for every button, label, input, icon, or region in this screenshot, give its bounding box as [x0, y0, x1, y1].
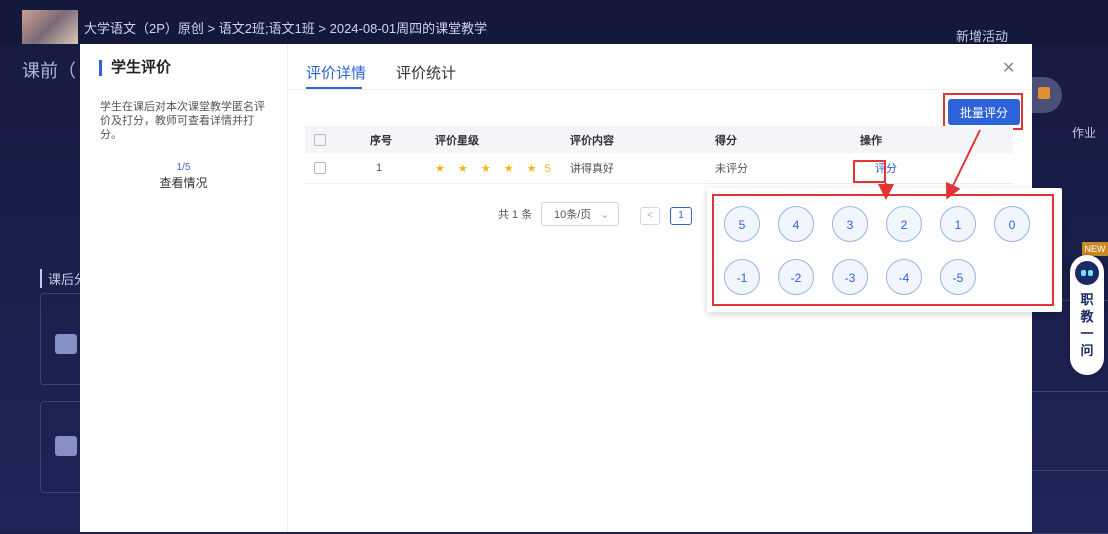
- new-activity-button[interactable]: 新增活动: [956, 26, 1008, 45]
- close-icon[interactable]: ✕: [1002, 58, 1015, 78]
- header-index: 序号: [370, 126, 435, 153]
- book-icon: [1038, 87, 1050, 99]
- page-number-button[interactable]: 1: [670, 207, 692, 225]
- dialog-sidebar: 学生评价 学生在课后对本次课堂教学匿名评价及打分，教师可查看详情并打分。 1/5…: [80, 44, 288, 532]
- star-value: 5: [544, 162, 551, 175]
- new-badge: NEW: [1082, 242, 1108, 256]
- assistant-label: 职教一问: [1080, 292, 1094, 358]
- sidebar-description: 学生在课后对本次课堂教学匿名评价及打分，教师可查看详情并打分。: [100, 101, 265, 141]
- top-bar: 大学语文（2P）原创 > 语文2班;语文1班 > 2024-08-01周四的课堂…: [0, 0, 1108, 44]
- pagination-total: 共 1 条: [498, 209, 533, 221]
- course-thumbnail: [22, 10, 78, 44]
- pre-class-label: 课前（: [22, 61, 76, 81]
- score-link-highlight: [853, 160, 886, 183]
- header-score: 得分: [715, 126, 860, 153]
- user-icon: [55, 436, 77, 456]
- select-all-checkbox[interactable]: [314, 133, 326, 146]
- tab-evaluation-stats[interactable]: 评价统计: [396, 62, 456, 83]
- sidebar-title: 学生评价: [99, 60, 171, 76]
- table-header-row: 序号 评价星级 评价内容 得分 操作: [305, 126, 1013, 153]
- evaluation-progress: 1/5: [176, 162, 191, 173]
- table-row: 1 ★ ★ ★ ★ ★ 5 讲得真好 未评分 评分: [305, 153, 1013, 184]
- activity-card[interactable]: [1032, 470, 1108, 534]
- row-index: 1: [376, 162, 383, 174]
- tabs-divider: [287, 89, 1032, 90]
- score-options-highlight: [712, 194, 1054, 306]
- view-status-link[interactable]: 查看情况: [80, 174, 287, 191]
- robot-icon: [1075, 261, 1099, 285]
- row-checkbox[interactable]: [314, 162, 326, 175]
- page-size-select[interactable]: 10条/页 ⌄: [541, 202, 619, 226]
- header-action: 操作: [860, 126, 1013, 153]
- row-content: 讲得真好: [570, 153, 715, 184]
- header-content: 评价内容: [570, 126, 715, 153]
- breadcrumb: 大学语文（2P）原创 > 语文2班;语文1班 > 2024-08-01周四的课堂…: [84, 21, 488, 36]
- header-star-rating: 评价星级: [435, 126, 570, 153]
- prev-page-button[interactable]: <: [640, 207, 660, 225]
- assistant-widget[interactable]: 职教一问: [1070, 255, 1104, 375]
- homework-label: 作业: [1072, 126, 1097, 140]
- evaluation-table: 序号 评价星级 评价内容 得分 操作 1 ★ ★ ★ ★ ★ 5 讲得真好 未评…: [305, 126, 1013, 184]
- row-score: 未评分: [715, 153, 860, 184]
- tab-evaluation-details[interactable]: 评价详情: [306, 62, 366, 83]
- chevron-down-icon: ⌄: [600, 209, 610, 221]
- chat-icon: [55, 334, 77, 354]
- star-rating: ★ ★ ★ ★ ★: [435, 162, 542, 175]
- batch-button-highlight: [943, 93, 1023, 130]
